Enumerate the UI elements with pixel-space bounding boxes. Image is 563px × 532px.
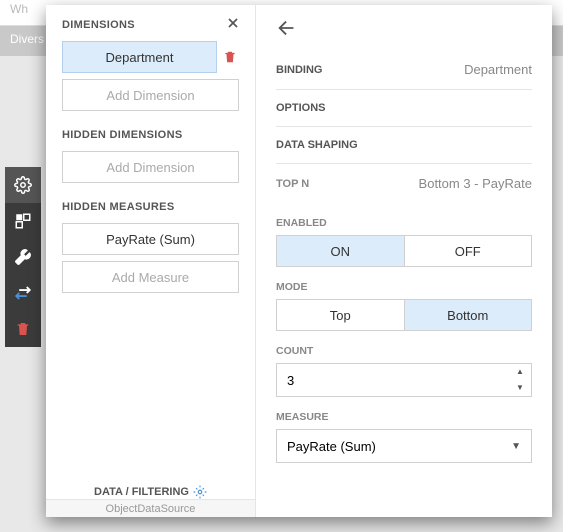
config-panel: DIMENSIONS Department Add Dimension HIDD…: [46, 5, 552, 517]
mode-label: MODE: [276, 281, 532, 293]
remove-dimension-icon[interactable]: [223, 50, 239, 64]
mode-top-option[interactable]: Top: [277, 300, 404, 330]
binding-row[interactable]: BINDING Department: [276, 50, 532, 90]
dimension-item[interactable]: Department: [62, 41, 217, 73]
mode-toggle: Top Bottom: [276, 299, 532, 331]
count-down-icon[interactable]: ▼: [509, 380, 531, 396]
topn-row: TOP N Bottom 3 - PayRate: [276, 164, 532, 203]
side-rail: [5, 167, 41, 347]
gear-icon[interactable]: [5, 167, 41, 203]
layout-icon[interactable]: [5, 203, 41, 239]
data-filtering-button[interactable]: DATA / FILTERING: [46, 485, 255, 499]
measure-dropdown[interactable]: PayRate (Sum) ▼: [276, 429, 532, 463]
mode-bottom-option[interactable]: Bottom: [404, 300, 532, 330]
enabled-on-option[interactable]: ON: [277, 236, 404, 266]
right-panel: BINDING Department OPTIONS DATA SHAPING …: [256, 5, 552, 517]
add-measure-button[interactable]: Add Measure: [62, 261, 239, 293]
trash-icon[interactable]: [5, 311, 41, 347]
add-hidden-dimension-button[interactable]: Add Dimension: [62, 151, 239, 183]
left-panel: DIMENSIONS Department Add Dimension HIDD…: [46, 5, 256, 517]
measure-item[interactable]: PayRate (Sum): [62, 223, 239, 255]
dimensions-title: DIMENSIONS: [62, 19, 239, 31]
count-input[interactable]: 3 ▲ ▼: [276, 363, 532, 397]
caret-down-icon: ▼: [511, 441, 521, 452]
wrench-icon[interactable]: [5, 239, 41, 275]
enabled-toggle: ON OFF: [276, 235, 532, 267]
measure-label: MEASURE: [276, 411, 532, 423]
close-icon[interactable]: [225, 15, 241, 31]
enabled-label: ENABLED: [276, 217, 532, 229]
gear-icon: [193, 485, 207, 499]
enabled-off-option[interactable]: OFF: [404, 236, 532, 266]
convert-icon[interactable]: [5, 275, 41, 311]
data-shaping-row[interactable]: DATA SHAPING: [276, 127, 532, 164]
options-row[interactable]: OPTIONS: [276, 90, 532, 127]
back-icon[interactable]: [276, 17, 298, 39]
count-up-icon[interactable]: ▲: [509, 364, 531, 380]
hidden-measures-title: HIDDEN MEASURES: [62, 201, 239, 213]
count-label: COUNT: [276, 345, 532, 357]
data-source-label: ObjectDataSource: [46, 499, 255, 517]
hidden-dimensions-title: HIDDEN DIMENSIONS: [62, 129, 239, 141]
add-dimension-button[interactable]: Add Dimension: [62, 79, 239, 111]
